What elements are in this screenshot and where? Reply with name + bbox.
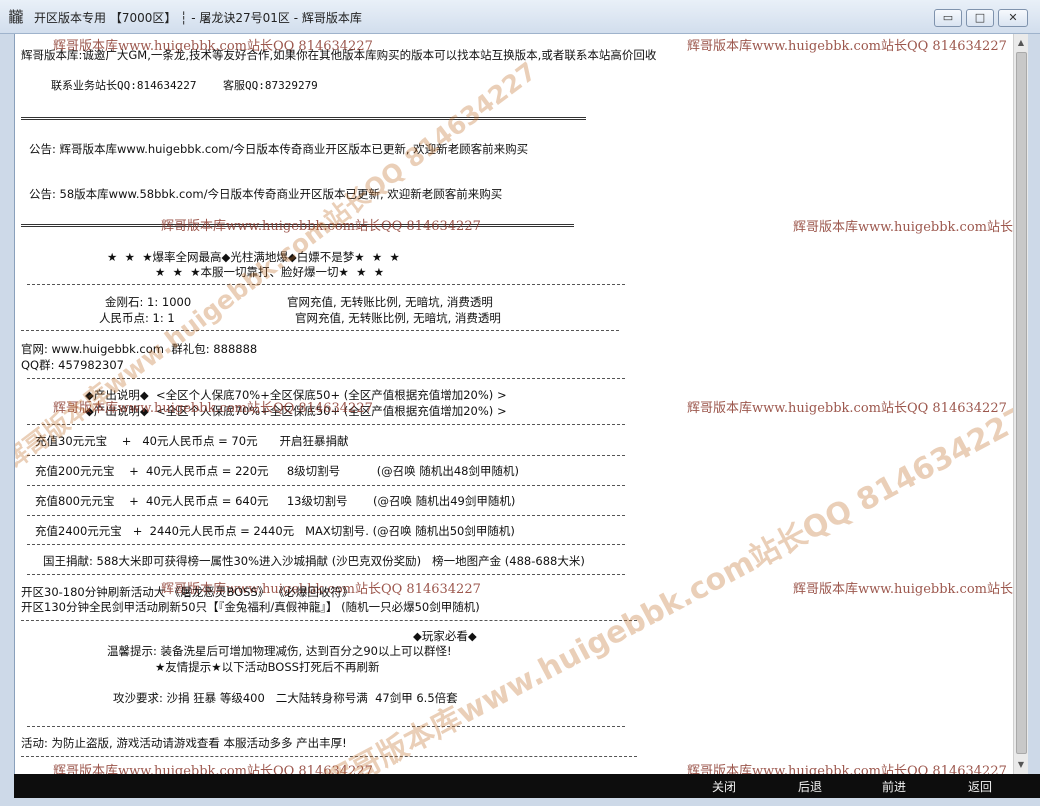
return-button[interactable]: 返回 [968, 778, 992, 795]
forward-button[interactable]: 前进 [882, 778, 906, 795]
notice-2: 公告: 58版本库www.58bbk.com/今日版本传奇商业开区版本已更新, … [29, 187, 503, 201]
recharge-tier-2: 充值200元元宝 + 40元人民币点 = 220元 8级切割号 (@召唤 随机出… [35, 464, 519, 478]
window-title: 开区版本专用 【7000区】 ┆ - 屠龙诀27号01区 - 辉哥版本库 [34, 11, 362, 25]
back-button[interactable]: 后退 [798, 778, 822, 795]
bottom-nav-bar: 关闭 后退 前进 返回 [14, 774, 1040, 798]
dashed-divider [27, 544, 625, 545]
watermark-text: 辉哥版本库www.huigebbk.com站长QQ 814634227 [687, 39, 1007, 54]
double-divider [21, 117, 586, 120]
dashed-divider [27, 485, 625, 486]
event-text-1: 开区30-180分钟刷新活动大 《屠龙恶灵BOSS》 《必爆回收符》 [21, 585, 354, 599]
rate-rmb-desc: 官网充值, 无转账比例, 无暗坑, 消费透明 [295, 311, 501, 325]
title-bar[interactable]: 龖 开区版本专用 【7000区】 ┆ - 屠龙诀27号01区 - 辉哥版本库 ▭… [0, 0, 1040, 34]
scroll-thumb[interactable] [1016, 52, 1027, 754]
event-text-2: 开区130分钟全民剑甲活动刷新50只【『金兔福利/真假神龍』】 (随机一只必爆5… [21, 600, 480, 614]
dragon-glyph-icon: 龖 [8, 8, 24, 26]
rate-diamond-desc: 官网充值, 无转账比例, 无暗坑, 消费透明 [287, 295, 493, 309]
close-window-button[interactable]: ✕ [998, 9, 1028, 27]
vertical-scrollbar[interactable]: ▲ ▼ [1013, 34, 1028, 774]
dashed-divider [27, 424, 625, 425]
watermark-text: 辉哥版本库www.huigebbk.com站长QQ 814634227 [687, 764, 1007, 774]
dashed-divider [27, 726, 625, 727]
siege-requirement-text: 攻沙要求: 沙捐 狂暴 等级400 二大陆转身称号满 47剑甲 6.5倍套 [113, 691, 458, 705]
window-frame-bottom [0, 798, 1040, 806]
recharge-tier-3: 充值800元元宝 + 40元人民币点 = 640元 13级切割号 (@召唤 随机… [35, 494, 516, 508]
recharge-tier-4: 充值2400元元宝 + 2440元人民币点 = 2440元 MAX切割号. (@… [35, 524, 515, 538]
dashed-divider [27, 515, 625, 516]
intro-text: 辉哥版本库:诚邀广大GM,一条龙,技术等友好合作,如果你在其他版本库购买的版本可… [21, 48, 657, 62]
friendly-tip-text: ★友情提示★以下活动BOSS打死后不再刷新 [155, 660, 380, 674]
scroll-down-arrow-icon[interactable]: ▼ [1014, 758, 1028, 772]
dashed-divider [27, 284, 625, 285]
rate-diamond-label: 金刚石: 1: 1000 [105, 295, 192, 309]
watermark-text: 辉哥版本库www.huigebbk.com站长QQ [793, 220, 1014, 235]
must-see-heading: ◆玩家必看◆ [413, 629, 477, 643]
contact-text: 联系业务站长QQ:814634227 客服QQ:87329279 [51, 79, 318, 92]
dashed-divider [21, 330, 619, 331]
recharge-tier-1: 充值30元元宝 + 40元人民币点 = 70元 开启狂暴捐献 [35, 434, 349, 448]
maximize-button[interactable]: □ [966, 9, 994, 27]
activity-text: 活动: 为防止盗版, 游戏活动请游戏查看 本服活动多多 产出丰厚! [21, 736, 347, 750]
window-frame-right [1028, 34, 1040, 774]
dashed-divider [21, 620, 637, 621]
scroll-up-arrow-icon[interactable]: ▲ [1014, 36, 1028, 50]
close-button[interactable]: 关闭 [712, 778, 736, 795]
king-donation-text: 国王捐献: 588大米即可获得榜一属性30%进入沙城捐献 (沙巴克双份奖励) 榜… [43, 554, 585, 568]
warm-tip-text: 温馨提示: 装备洗星后可增加物理减伤, 达到百分之90以上可以群怪! [107, 644, 452, 658]
announcement-content: 辉哥版本库www.huigebbk.com站长QQ 814634227 辉哥版本… [14, 34, 1014, 774]
dashed-divider [27, 455, 625, 456]
dashed-divider [27, 574, 625, 575]
watermark-text: 辉哥版本库www.huigebbk.com站长QQ [793, 582, 1014, 597]
watermark-text: 辉哥版本库www.huigebbk.com站长QQ 814634227 [687, 401, 1007, 416]
minimize-button[interactable]: ▭ [934, 9, 962, 27]
